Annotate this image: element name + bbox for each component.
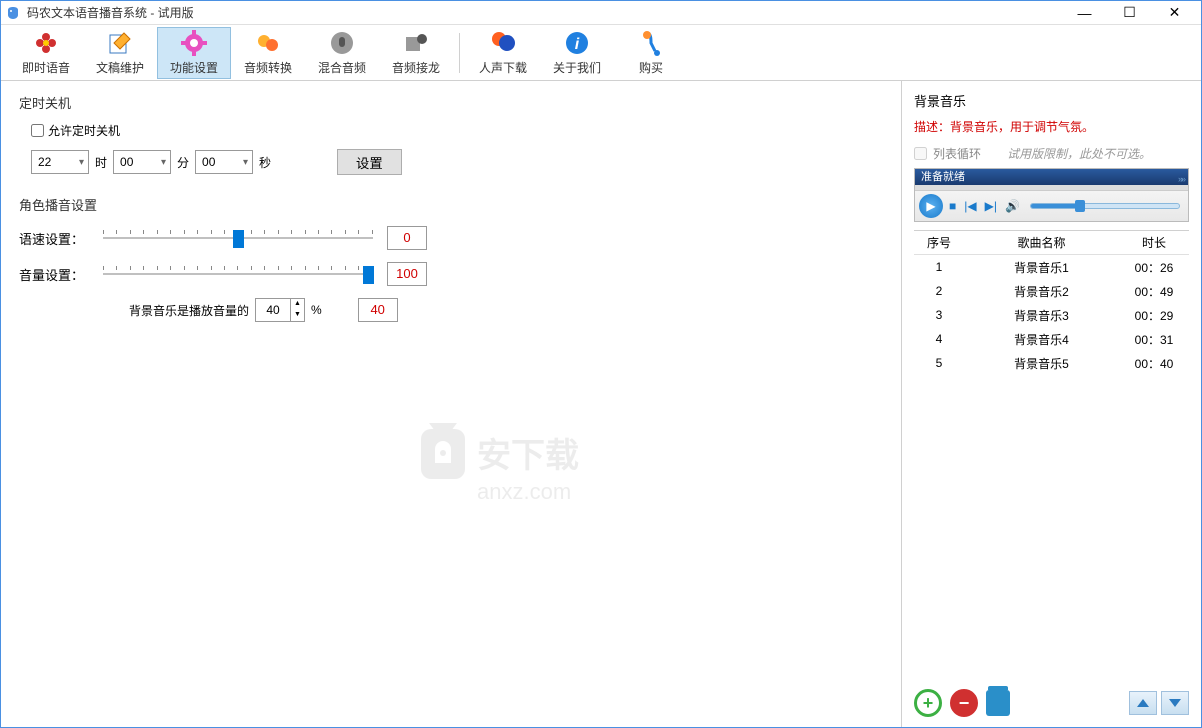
col-name: 歌曲名称 bbox=[964, 234, 1119, 251]
move-up-button[interactable] bbox=[1129, 691, 1157, 715]
song-row[interactable]: 5背景音乐500：40 bbox=[914, 351, 1189, 375]
bgm-panel: 背景音乐 描述：背景音乐，用于调节气氛。 列表循环 试用版限制，此处不可选。 准… bbox=[901, 81, 1201, 727]
bg-volume-out: 40 bbox=[358, 298, 398, 322]
allow-shutdown-checkbox[interactable] bbox=[31, 124, 44, 137]
loop-checkbox bbox=[914, 147, 927, 160]
prev-button[interactable]: |◀ bbox=[962, 199, 978, 213]
toolbar-chain[interactable]: 音频接龙 bbox=[379, 27, 453, 79]
flower-icon bbox=[32, 29, 60, 57]
toolbar-mic[interactable]: 混合音频 bbox=[305, 27, 379, 79]
toolbar-flower[interactable]: 即时语音 bbox=[9, 27, 83, 79]
percent-unit: % bbox=[311, 303, 322, 317]
toolbar: 即时语音文稿维护功能设置音频转换混合音频音频接龙人声下载i关于我们购买 bbox=[1, 25, 1201, 81]
svg-text:anxz.com: anxz.com bbox=[477, 479, 571, 504]
toolbar-cart[interactable]: 购买 bbox=[614, 27, 688, 79]
window-title: 码农文本语音播音系统 - 试用版 bbox=[27, 4, 1062, 21]
svg-text:安下载: 安下载 bbox=[477, 437, 579, 475]
remove-button[interactable]: − bbox=[950, 689, 978, 717]
close-button[interactable]: ✕ bbox=[1152, 2, 1197, 24]
player-volume-slider[interactable] bbox=[1030, 203, 1180, 209]
volume-icon[interactable]: 🔊 bbox=[1003, 199, 1022, 213]
volume-label: 音量设置： bbox=[19, 265, 89, 284]
volume-slider[interactable] bbox=[103, 262, 373, 286]
minute-combo[interactable]: 00 bbox=[113, 150, 171, 174]
song-row[interactable]: 1背景音乐100：26 bbox=[914, 255, 1189, 279]
col-index: 序号 bbox=[914, 234, 964, 251]
song-table: 序号 歌曲名称 时长 1背景音乐100：262背景音乐200：493背景音乐30… bbox=[914, 230, 1189, 683]
bg-volume-label: 背景音乐是播放音量的 bbox=[129, 302, 249, 319]
titlebar: 码农文本语音播音系统 - 试用版 — ☐ ✕ bbox=[1, 1, 1201, 25]
move-down-button[interactable] bbox=[1161, 691, 1189, 715]
song-row[interactable]: 2背景音乐200：49 bbox=[914, 279, 1189, 303]
loop-hint: 试用版限制，此处不可选。 bbox=[1007, 145, 1151, 162]
col-duration: 时长 bbox=[1119, 234, 1189, 251]
gear-icon bbox=[180, 29, 208, 57]
shutdown-group-title: 定时关机 bbox=[19, 93, 883, 112]
maximize-button[interactable]: ☐ bbox=[1107, 2, 1152, 24]
edit-icon bbox=[106, 29, 134, 57]
audio-player: 准备就绪»» ▶ ■ |◀ ▶| 🔊 bbox=[914, 168, 1189, 222]
minute-unit: 分 bbox=[177, 154, 189, 171]
download-icon bbox=[489, 29, 517, 57]
play-button[interactable]: ▶ bbox=[919, 194, 943, 218]
next-button[interactable]: ▶| bbox=[983, 199, 999, 213]
song-row[interactable]: 4背景音乐400：31 bbox=[914, 327, 1189, 351]
toolbar-convert[interactable]: 音频转换 bbox=[231, 27, 305, 79]
stop-button[interactable]: ■ bbox=[947, 199, 958, 213]
speed-label: 语速设置： bbox=[19, 229, 89, 248]
loop-label: 列表循环 bbox=[933, 145, 981, 162]
song-row[interactable]: 3背景音乐300：29 bbox=[914, 303, 1189, 327]
speed-value: 0 bbox=[387, 226, 427, 250]
toolbar-download[interactable]: 人声下载 bbox=[466, 27, 540, 79]
app-icon bbox=[5, 5, 21, 21]
bg-percent-spinner[interactable]: 40 ▲▼ bbox=[255, 298, 305, 322]
voice-group-title: 角色播音设置 bbox=[19, 195, 883, 214]
player-status: 准备就绪»» bbox=[915, 169, 1188, 185]
info-icon: i bbox=[563, 29, 591, 57]
trash-button[interactable] bbox=[986, 690, 1010, 716]
watermark: 安下载 anxz.com bbox=[421, 421, 661, 514]
toolbar-gear[interactable]: 功能设置 bbox=[157, 27, 231, 79]
bgm-title: 背景音乐 bbox=[914, 91, 1189, 110]
settings-panel: 定时关机 允许定时关机 22 时 00 分 00 秒 设置 角色播音设置 bbox=[1, 81, 901, 727]
toolbar-edit[interactable]: 文稿维护 bbox=[83, 27, 157, 79]
bgm-desc: 描述：背景音乐，用于调节气氛。 bbox=[914, 118, 1189, 135]
hour-unit: 时 bbox=[95, 154, 107, 171]
volume-value: 100 bbox=[387, 262, 427, 286]
allow-shutdown-label: 允许定时关机 bbox=[48, 122, 120, 139]
cart-icon bbox=[637, 29, 665, 57]
minimize-button[interactable]: — bbox=[1062, 2, 1107, 24]
hour-combo[interactable]: 22 bbox=[31, 150, 89, 174]
toolbar-info[interactable]: i关于我们 bbox=[540, 27, 614, 79]
set-button[interactable]: 设置 bbox=[337, 149, 402, 175]
second-unit: 秒 bbox=[259, 154, 271, 171]
second-combo[interactable]: 00 bbox=[195, 150, 253, 174]
convert-icon bbox=[254, 29, 282, 57]
speed-slider[interactable] bbox=[103, 226, 373, 250]
chain-icon bbox=[402, 29, 430, 57]
mic-icon bbox=[328, 29, 356, 57]
add-button[interactable]: + bbox=[914, 689, 942, 717]
svg-text:i: i bbox=[575, 36, 580, 53]
